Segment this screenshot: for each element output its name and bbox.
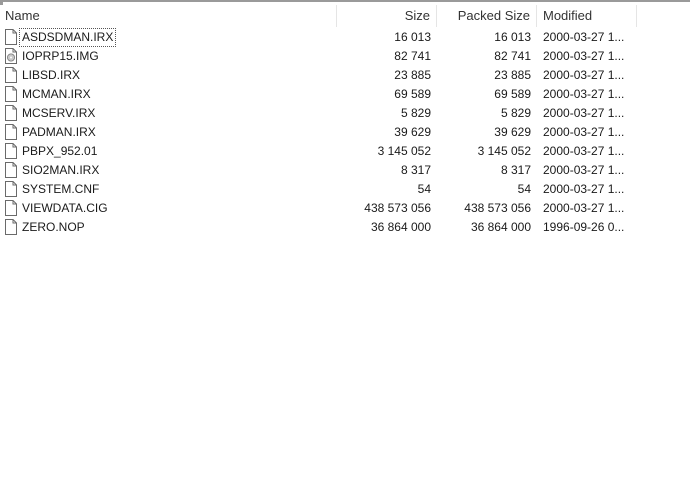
file-icon bbox=[5, 29, 17, 45]
file-modified: 2000-03-27 1... bbox=[543, 30, 625, 44]
file-packed-size: 36 864 000 bbox=[470, 220, 531, 234]
file-size: 438 573 056 bbox=[364, 201, 431, 215]
file-icon bbox=[5, 105, 17, 121]
file-packed-size: 16 013 bbox=[494, 30, 531, 44]
file-row[interactable]: ASDSDMAN.IRX 16 013 16 013 2000-03-27 1.… bbox=[0, 28, 690, 47]
column-header-name[interactable]: Name bbox=[0, 5, 337, 27]
window-top-border bbox=[0, 0, 690, 2]
file-name: PBPX_952.01 bbox=[22, 144, 98, 158]
file-packed-size: 69 589 bbox=[494, 87, 531, 101]
file-name: PADMAN.IRX bbox=[22, 125, 96, 139]
file-size: 69 589 bbox=[394, 87, 431, 101]
file-size: 36 864 000 bbox=[370, 220, 431, 234]
file-packed-size: 54 bbox=[517, 182, 531, 196]
file-modified: 2000-03-27 1... bbox=[543, 106, 625, 120]
file-name: SIO2MAN.IRX bbox=[22, 163, 100, 177]
file-name: MCMAN.IRX bbox=[22, 87, 91, 101]
file-modified: 2000-03-27 1... bbox=[543, 182, 625, 196]
file-row[interactable]: PADMAN.IRX 39 629 39 629 2000-03-27 1... bbox=[0, 123, 690, 142]
file-row[interactable]: MCMAN.IRX 69 589 69 589 2000-03-27 1... bbox=[0, 85, 690, 104]
column-header-size[interactable]: Size bbox=[337, 5, 437, 27]
file-row[interactable]: LIBSD.IRX 23 885 23 885 2000-03-27 1... bbox=[0, 66, 690, 85]
file-list-view[interactable]: Name Size Packed Size Modified ASDSDMAN.… bbox=[0, 0, 690, 488]
file-icon bbox=[5, 200, 17, 216]
file-row[interactable]: SIO2MAN.IRX 8 317 8 317 2000-03-27 1... bbox=[0, 161, 690, 180]
file-row[interactable]: SYSTEM.CNF 54 54 2000-03-27 1... bbox=[0, 180, 690, 199]
file-packed-size: 3 145 052 bbox=[477, 144, 531, 158]
file-modified: 2000-03-27 1... bbox=[543, 201, 625, 215]
file-name: ZERO.NOP bbox=[22, 220, 85, 234]
file-name: ASDSDMAN.IRX bbox=[19, 28, 117, 47]
column-header-packed-size[interactable]: Packed Size bbox=[437, 5, 537, 27]
file-size: 8 317 bbox=[400, 163, 431, 177]
file-icon bbox=[5, 181, 17, 197]
file-size: 3 145 052 bbox=[377, 144, 431, 158]
file-name: MCSERV.IRX bbox=[22, 106, 96, 120]
column-header-bar: Name Size Packed Size Modified bbox=[0, 5, 690, 27]
file-row[interactable]: PBPX_952.01 3 145 052 3 145 052 2000-03-… bbox=[0, 142, 690, 161]
file-packed-size: 82 741 bbox=[494, 49, 531, 63]
file-size: 5 829 bbox=[400, 106, 431, 120]
disc-image-file-icon bbox=[5, 48, 17, 64]
file-row[interactable]: MCSERV.IRX 5 829 5 829 2000-03-27 1... bbox=[0, 104, 690, 123]
column-header-modified[interactable]: Modified bbox=[537, 5, 637, 27]
file-modified: 2000-03-27 1... bbox=[543, 125, 625, 139]
file-packed-size: 438 573 056 bbox=[464, 201, 531, 215]
file-name: SYSTEM.CNF bbox=[22, 182, 100, 196]
file-modified: 2000-03-27 1... bbox=[543, 144, 625, 158]
file-packed-size: 39 629 bbox=[494, 125, 531, 139]
file-icon bbox=[5, 219, 17, 235]
file-size: 54 bbox=[417, 182, 431, 196]
file-modified: 2000-03-27 1... bbox=[543, 68, 625, 82]
file-row[interactable]: IOPRP15.IMG 82 741 82 741 2000-03-27 1..… bbox=[0, 47, 690, 66]
file-packed-size: 23 885 bbox=[494, 68, 531, 82]
file-name: LIBSD.IRX bbox=[22, 68, 81, 82]
file-packed-size: 5 829 bbox=[500, 106, 531, 120]
file-icon bbox=[5, 86, 17, 102]
file-name: VIEWDATA.CIG bbox=[22, 201, 108, 215]
file-icon bbox=[5, 143, 17, 159]
file-size: 23 885 bbox=[394, 68, 431, 82]
file-packed-size: 8 317 bbox=[500, 163, 531, 177]
file-name: IOPRP15.IMG bbox=[22, 49, 99, 63]
file-icon bbox=[5, 124, 17, 140]
file-size: 16 013 bbox=[394, 30, 431, 44]
file-icon bbox=[5, 162, 17, 178]
file-row[interactable]: VIEWDATA.CIG 438 573 056 438 573 056 200… bbox=[0, 199, 690, 218]
file-size: 39 629 bbox=[394, 125, 431, 139]
file-row[interactable]: ZERO.NOP 36 864 000 36 864 000 1996-09-2… bbox=[0, 218, 690, 237]
file-modified: 1996-09-26 0... bbox=[543, 220, 625, 234]
file-size: 82 741 bbox=[394, 49, 431, 63]
file-icon bbox=[5, 67, 17, 83]
file-modified: 2000-03-27 1... bbox=[543, 163, 625, 177]
file-modified: 2000-03-27 1... bbox=[543, 49, 625, 63]
file-modified: 2000-03-27 1... bbox=[543, 87, 625, 101]
file-rows: ASDSDMAN.IRX 16 013 16 013 2000-03-27 1.… bbox=[0, 28, 690, 237]
